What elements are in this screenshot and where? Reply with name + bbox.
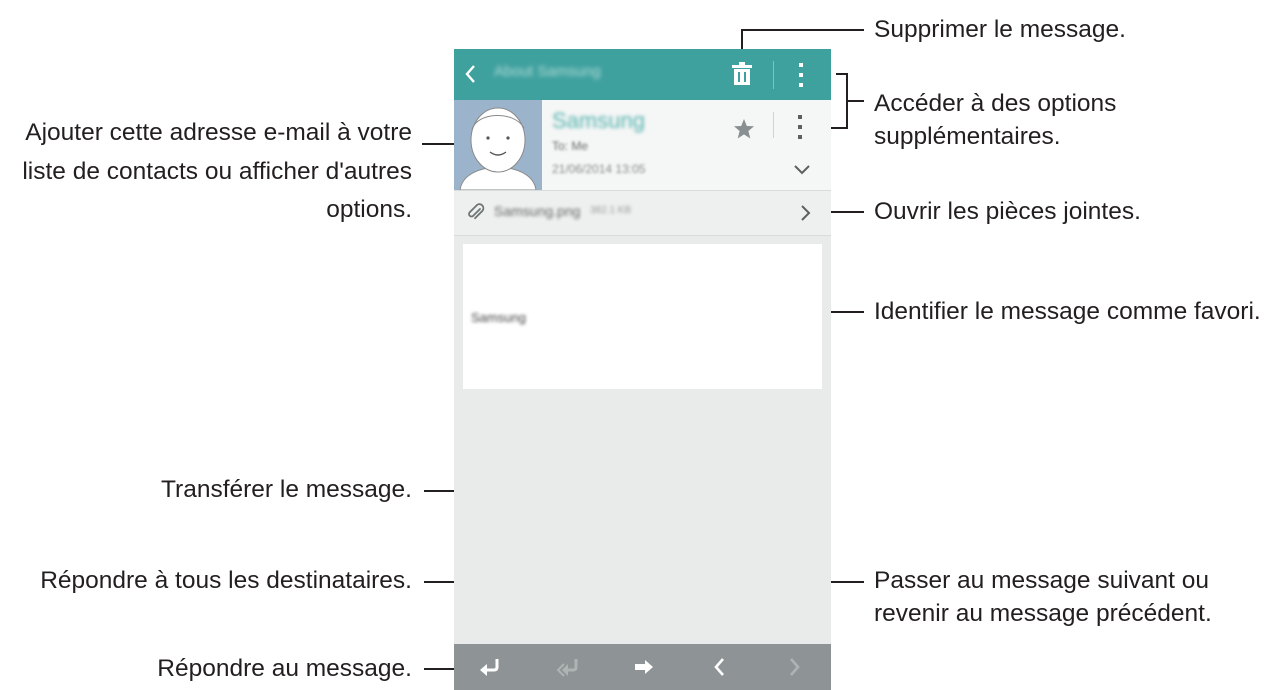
recipient: To: Me <box>552 139 589 153</box>
header-divider <box>773 112 774 138</box>
reply-icon[interactable] <box>478 656 502 678</box>
message-body-text: Samsung <box>471 310 526 325</box>
callout-favorite: Identifier le message comme favori. <box>874 298 1261 325</box>
next-icon[interactable] <box>782 656 806 678</box>
app-bar-divider <box>773 61 774 89</box>
reply-all-icon[interactable] <box>556 656 580 678</box>
callout-delete: Supprimer le message. <box>874 16 1126 43</box>
callout-forward: Transférer le message. <box>161 476 412 503</box>
callout-reply-all: Répondre à tous les destinataires. <box>40 567 412 594</box>
app-bar: About Samsung <box>454 49 831 100</box>
app-bar-title: About Samsung <box>494 63 601 80</box>
chevron-right-icon[interactable] <box>798 203 812 223</box>
leader-contact <box>422 143 454 145</box>
callout-reply: Répondre au message. <box>157 655 412 682</box>
callout-contact-line1: Ajouter cette adresse e-mail à votre <box>25 119 412 146</box>
callout-contact-line2: liste de contacts ou afficher d'autres <box>22 158 412 185</box>
avatar[interactable] <box>454 100 542 190</box>
back-icon[interactable] <box>462 63 480 85</box>
previous-icon[interactable] <box>708 656 732 678</box>
email-viewer-screen: About Samsung Samsung To: Me 21/06/2014 … <box>454 49 831 690</box>
leader-reply <box>424 668 454 670</box>
callout-more-options-line2: supplémentaires. <box>874 123 1061 150</box>
callout-next-prev-line1: Passer au message suivant ou <box>874 567 1210 594</box>
callout-attachments: Ouvrir les pièces jointes. <box>874 198 1141 225</box>
more-options-icon[interactable] <box>794 61 808 89</box>
attachment-row[interactable]: Samsung.png 382.1 KB <box>454 190 831 236</box>
callout-more-options-line1: Accéder à des options <box>874 90 1117 117</box>
attachment-name: Samsung.png <box>494 203 581 219</box>
trash-icon[interactable] <box>730 62 754 86</box>
callout-next-prev-line2: revenir au message précédent. <box>874 600 1212 627</box>
attachment-size: 382.1 KB <box>590 205 632 216</box>
message-header: Samsung To: Me 21/06/2014 13:05 <box>454 100 831 190</box>
message-date: 21/06/2014 13:05 <box>552 162 646 176</box>
avatar-icon <box>459 107 537 190</box>
leader-more-out <box>846 100 864 102</box>
more-options-icon[interactable] <box>795 114 805 140</box>
leader-delete-h <box>741 29 864 31</box>
sender-name: Samsung <box>552 108 645 133</box>
callout-contact-line3: options. <box>326 196 412 223</box>
star-icon[interactable] <box>733 118 755 140</box>
paperclip-icon <box>468 203 485 220</box>
message-body: Samsung <box>463 244 822 389</box>
chevron-down-icon[interactable] <box>792 162 812 176</box>
forward-icon[interactable] <box>632 656 656 678</box>
bottom-action-bar <box>454 644 831 690</box>
